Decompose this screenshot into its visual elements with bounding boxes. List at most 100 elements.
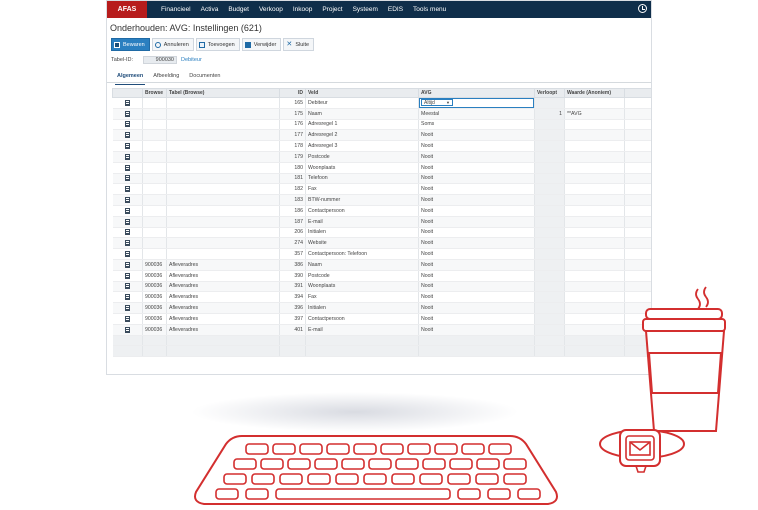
document-icon[interactable] [124, 143, 130, 150]
row-icon-cell[interactable] [112, 97, 143, 109]
menu-project[interactable]: Project [322, 6, 342, 13]
table-row[interactable]: 274 Website Nooit [112, 237, 651, 250]
menu-systeem[interactable]: Systeem [353, 6, 378, 13]
waarde-cell[interactable] [564, 140, 625, 152]
waarde-cell[interactable]: **AVG [564, 108, 625, 120]
chevron-down-icon[interactable]: ▼ [446, 100, 452, 105]
table-row[interactable]: 900036 Afleveradres 401 E-mail Nooit [112, 324, 651, 336]
avg-cell[interactable]: Nooit [418, 129, 535, 142]
tabel-id-field[interactable]: 900030 [143, 56, 177, 64]
table-row[interactable]: 900036 Afleveradres 397 Contactpersoon Nooit [112, 313, 651, 325]
row-icon-cell[interactable] [112, 248, 143, 260]
save-button[interactable]: Bewaren [111, 38, 150, 51]
avg-select[interactable]: Altijd ▼ [421, 99, 453, 107]
verloopt-cell[interactable] [534, 140, 565, 152]
row-icon-cell[interactable] [112, 302, 143, 314]
verloopt-cell[interactable] [534, 205, 565, 217]
document-icon[interactable] [124, 164, 130, 171]
document-icon[interactable] [124, 153, 130, 160]
document-icon[interactable] [124, 197, 130, 204]
table-row[interactable]: 182 Fax Nooit [112, 183, 651, 196]
waarde-cell[interactable] [564, 205, 625, 217]
verloopt-cell[interactable] [534, 291, 565, 304]
row-icon-cell[interactable] [112, 151, 143, 163]
col-verloopt[interactable]: Verloopt [534, 88, 565, 98]
waarde-cell[interactable] [564, 227, 625, 239]
document-icon[interactable] [124, 283, 130, 290]
cancel-button[interactable]: Annuleren [151, 38, 194, 51]
waarde-cell[interactable] [564, 151, 625, 163]
col-browse[interactable]: Browse [142, 88, 167, 98]
verloopt-cell[interactable] [534, 194, 565, 206]
row-icon-cell[interactable] [112, 119, 143, 131]
col-tabel[interactable]: Tabel (Browse) [166, 88, 280, 98]
add-button[interactable]: Toevoegen [195, 38, 240, 51]
table-row[interactable]: 206 Initialen Nooit [112, 227, 651, 239]
verloopt-cell[interactable] [534, 227, 565, 239]
history-icon[interactable] [638, 4, 647, 13]
avg-cell[interactable]: Nooit [418, 162, 535, 174]
document-icon[interactable] [124, 121, 130, 128]
document-icon[interactable] [124, 99, 130, 106]
table-row[interactable]: 187 E-mail Nooit [112, 216, 651, 228]
waarde-cell[interactable] [564, 97, 625, 109]
waarde-cell[interactable] [564, 237, 625, 250]
verloopt-cell[interactable] [534, 162, 565, 174]
table-row[interactable]: 183 BTW-nummer Nooit [112, 194, 651, 206]
verloopt-cell[interactable] [534, 129, 565, 142]
waarde-cell[interactable] [564, 291, 625, 304]
document-icon[interactable] [124, 315, 130, 322]
avg-cell[interactable]: Nooit [418, 183, 535, 196]
avg-cell[interactable]: Nooit [418, 324, 535, 336]
col-waarde[interactable]: Waarde (Anoniem) [564, 88, 625, 98]
col-veld[interactable]: Veld [305, 88, 419, 98]
verloopt-cell[interactable] [534, 173, 565, 185]
menu-edis[interactable]: EDIS [388, 6, 403, 13]
table-row[interactable]: 180 Woonplaats Nooit [112, 162, 651, 174]
verloopt-cell[interactable]: 1 [534, 108, 565, 120]
table-row[interactable]: 357 Contactpersoon: Telefoon Nooit [112, 248, 651, 260]
row-icon-cell[interactable] [112, 140, 143, 152]
table-row[interactable]: 186 Contactpersoon Nooit [112, 205, 651, 217]
avg-cell[interactable]: Nooit [418, 205, 535, 217]
verloopt-cell[interactable] [534, 97, 565, 109]
row-icon-cell[interactable] [112, 216, 143, 228]
document-icon[interactable] [124, 261, 130, 268]
verloopt-cell[interactable] [534, 183, 565, 196]
table-row[interactable]: 900036 Afleveradres 391 Woonplaats Nooit [112, 281, 651, 293]
document-icon[interactable] [124, 175, 130, 182]
menu-budget[interactable]: Budget [228, 6, 249, 13]
app-logo[interactable]: AFAS [107, 1, 147, 18]
avg-cell[interactable]: Nooit [418, 151, 535, 163]
table-row[interactable]: 900036 Afleveradres 394 Fax Nooit [112, 291, 651, 304]
row-icon-cell[interactable] [112, 194, 143, 206]
verloopt-cell[interactable] [534, 119, 565, 131]
col-id[interactable]: ID [279, 88, 306, 98]
avg-cell[interactable]: Nooit [418, 259, 535, 271]
verloopt-cell[interactable] [534, 302, 565, 314]
avg-cell[interactable]: Nooit [418, 248, 535, 260]
verloopt-cell[interactable] [534, 270, 565, 282]
avg-cell[interactable]: Altijd ▼ [418, 97, 535, 109]
row-icon-cell[interactable] [112, 270, 143, 282]
document-icon[interactable] [124, 186, 130, 193]
delete-button[interactable]: Verwijder [241, 38, 282, 51]
table-row[interactable]: 175 Naam Meestal 1 **AVG [112, 108, 651, 120]
row-icon-cell[interactable] [112, 227, 143, 239]
menu-verkoop[interactable]: Verkoop [259, 6, 283, 13]
menu-inkoop[interactable]: Inkoop [293, 6, 313, 13]
avg-cell[interactable]: Nooit [418, 313, 535, 325]
row-icon-cell[interactable] [112, 291, 143, 304]
waarde-cell[interactable] [564, 281, 625, 293]
waarde-cell[interactable] [564, 183, 625, 196]
verloopt-cell[interactable] [534, 324, 565, 336]
document-icon[interactable] [124, 305, 130, 312]
table-row[interactable]: 178 Adresregel 3 Nooit [112, 140, 651, 152]
table-row[interactable]: 900036 Afleveradres 386 Naam Nooit [112, 259, 651, 271]
document-icon[interactable] [124, 132, 130, 139]
row-icon-cell[interactable] [112, 162, 143, 174]
verloopt-cell[interactable] [534, 237, 565, 250]
waarde-cell[interactable] [564, 162, 625, 174]
avg-cell[interactable]: Nooit [418, 302, 535, 314]
table-row[interactable]: 165 Debiteur Altijd ▼ [112, 97, 651, 109]
